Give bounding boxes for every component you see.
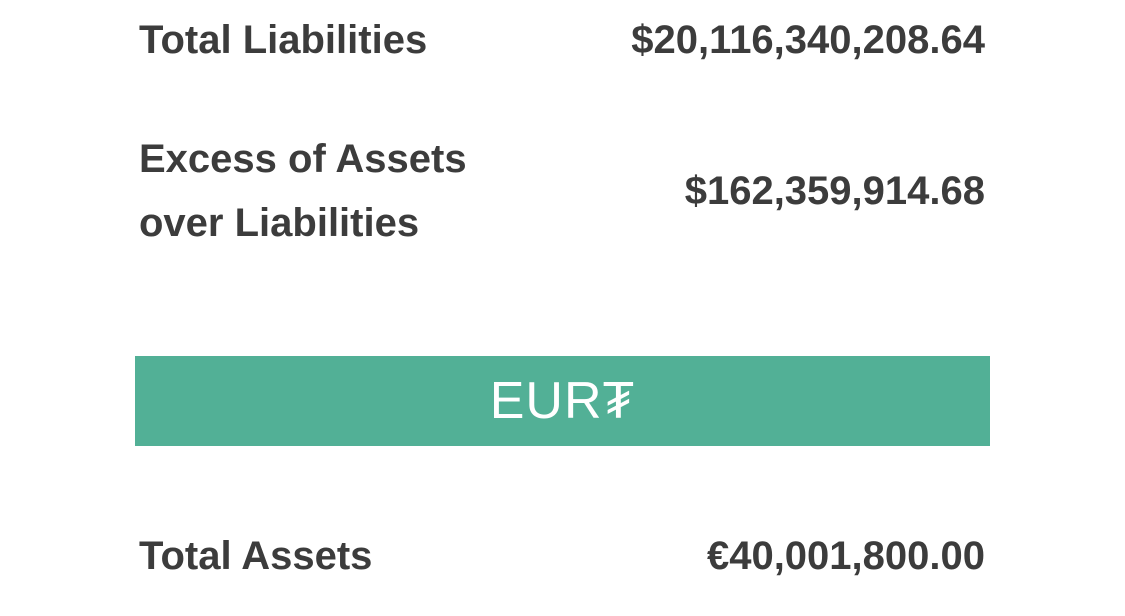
total-liabilities-label: Total Liabilities [139,18,428,62]
total-assets-value: €40,001,800.00 [706,534,985,578]
total-liabilities-value: $20,116,340,208.64 [631,18,985,62]
total-liabilities-row: Total Liabilities $20,116,340,208.64 [139,8,985,72]
excess-assets-value: $162,359,914.68 [684,169,985,213]
total-assets-row: Total Assets €40,001,800.00 [139,524,985,588]
currency-section-header: EUR₮ [135,356,990,446]
excess-assets-row: Excess of Assets over Liabilities $162,3… [139,126,985,256]
total-assets-label: Total Assets [139,534,373,578]
excess-assets-label: Excess of Assets over Liabilities [139,137,467,245]
